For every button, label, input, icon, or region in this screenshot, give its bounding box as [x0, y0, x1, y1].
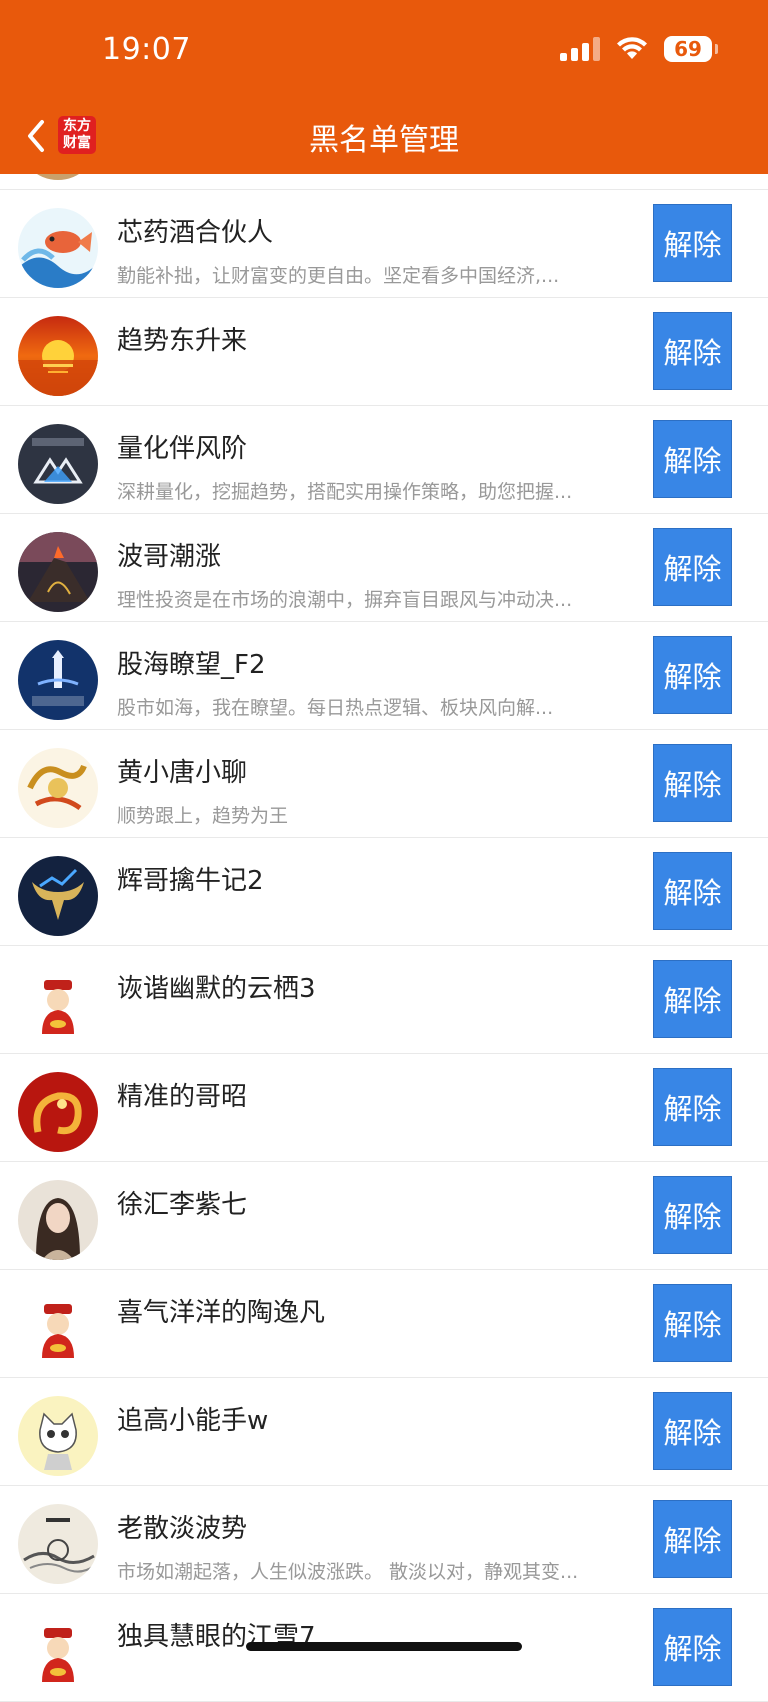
user-name: 趋势东升来 — [117, 326, 248, 356]
unblock-button[interactable]: 解除 — [653, 312, 732, 390]
blocked-user-row: 徐汇李紫七 解除 — [0, 1162, 768, 1270]
battery-level: 69 — [674, 37, 702, 61]
status-icons: 69 — [560, 36, 718, 62]
unblock-button[interactable]: 解除 — [653, 1068, 732, 1146]
unblock-button[interactable]: 解除 — [653, 1284, 732, 1362]
user-name: 精准的哥昭 — [117, 1082, 248, 1112]
user-name: 黄小唐小聊 — [117, 758, 248, 788]
fortune-god-avatar[interactable] — [18, 1612, 98, 1692]
unblock-button[interactable]: 解除 — [653, 960, 732, 1038]
volcano-avatar[interactable] — [18, 532, 98, 612]
user-name: 辉哥擒牛记2 — [117, 866, 264, 896]
user-name: 喜气洋洋的陶逸凡 — [117, 1298, 326, 1328]
lighthouse-avatar[interactable] — [18, 640, 98, 720]
blocked-user-row: 股海瞭望_F2 股市如海，我在瞭望。每日热点逻辑、板块风向解... 解除 — [0, 622, 768, 730]
unblock-button[interactable]: 解除 — [653, 852, 732, 930]
unblock-button[interactable]: 解除 — [653, 636, 732, 714]
unblock-button[interactable]: 解除 — [653, 528, 732, 606]
unblock-button[interactable]: 解除 — [653, 1608, 732, 1686]
ink-painting-avatar[interactable] — [18, 1504, 98, 1584]
user-name: 徐汇李紫七 — [117, 1190, 248, 1220]
fortune-god-avatar[interactable] — [18, 1288, 98, 1368]
bull-avatar[interactable] — [18, 856, 98, 936]
koi-fish-avatar[interactable] — [18, 208, 98, 288]
portrait-avatar[interactable] — [18, 1180, 98, 1260]
unblock-button[interactable]: 解除 — [653, 1176, 732, 1254]
cat-avatar[interactable] — [18, 1396, 98, 1476]
cellular-signal-icon — [560, 37, 600, 61]
blocked-user-row: 趋势东升来 解除 — [0, 298, 768, 406]
blocked-user-row: 喜气洋洋的陶逸凡 解除 — [0, 1270, 768, 1378]
user-name: 诙谐幽默的云栖3 — [117, 974, 316, 1004]
blocked-user-row: 黄小唐小聊 顺势跟上，趋势为王 解除 — [0, 730, 768, 838]
sunset-avatar[interactable] — [18, 316, 98, 396]
dragon-avatar[interactable] — [18, 748, 98, 828]
user-bio: 市场如潮起落，人生似波涨跌。 散淡以对，静观其变... — [117, 1561, 579, 1583]
blocked-user-row: 追高小能手w 解除 — [0, 1378, 768, 1486]
unblock-button[interactable]: 解除 — [653, 1392, 732, 1470]
blocked-user-row: 精准的哥昭 解除 — [0, 1054, 768, 1162]
user-name: 老散淡波势 — [117, 1514, 248, 1544]
blocked-user-row: 量化伴风阶 深耕量化，挖掘趋势，搭配实用操作策略，助您把握... 解除 — [0, 406, 768, 514]
user-name: 量化伴风阶 — [117, 434, 248, 464]
battery-icon: 69 — [664, 36, 718, 62]
user-name: 股海瞭望_F2 — [117, 650, 266, 680]
wifi-icon — [617, 37, 647, 59]
status-time: 19:07 — [102, 32, 191, 67]
blocked-user-list: 芯药酒合伙人 勤能补拙，让财富变的更自由。坚定看多中国经济,... 解除 趋势东… — [0, 82, 768, 1702]
unblock-button[interactable]: 解除 — [653, 204, 732, 282]
red-dragon-avatar[interactable] — [18, 1072, 98, 1152]
user-bio: 理性投资是在市场的浪潮中，摒弃盲目跟风与冲动决... — [117, 589, 573, 611]
quant-logo-avatar[interactable] — [18, 424, 98, 504]
blocked-user-row: 芯药酒合伙人 勤能补拙，让财富变的更自由。坚定看多中国经济,... 解除 — [0, 190, 768, 298]
user-bio: 顺势跟上，趋势为王 — [117, 805, 289, 827]
user-name: 追高小能手w — [117, 1406, 269, 1436]
blocked-user-row: 辉哥擒牛记2 解除 — [0, 838, 768, 946]
user-bio: 股市如海，我在瞭望。每日热点逻辑、板块风向解... — [117, 697, 554, 719]
user-bio: 勤能补拙，让财富变的更自由。坚定看多中国经济,... — [117, 265, 560, 287]
unblock-button[interactable]: 解除 — [653, 744, 732, 822]
blocked-user-row: 波哥潮涨 理性投资是在市场的浪潮中，摒弃盲目跟风与冲动决... 解除 — [0, 514, 768, 622]
page-title: 黑名单管理 — [309, 123, 459, 158]
user-bio: 深耕量化，挖掘趋势，搭配实用操作策略，助您把握... — [117, 481, 573, 503]
home-indicator[interactable] — [246, 1642, 522, 1651]
user-name: 波哥潮涨 — [117, 542, 222, 572]
fortune-god-avatar[interactable] — [18, 964, 98, 1044]
top-bar: 19:07 69 东方 财富 黑名单管理 — [0, 0, 768, 174]
unblock-button[interactable]: 解除 — [653, 420, 732, 498]
blocked-user-row: 老散淡波势 市场如潮起落，人生似波涨跌。 散淡以对，静观其变... 解除 — [0, 1486, 768, 1594]
unblock-button[interactable]: 解除 — [653, 1500, 732, 1578]
blocked-user-row: 诙谐幽默的云栖3 解除 — [0, 946, 768, 1054]
user-name: 芯药酒合伙人 — [117, 218, 274, 248]
